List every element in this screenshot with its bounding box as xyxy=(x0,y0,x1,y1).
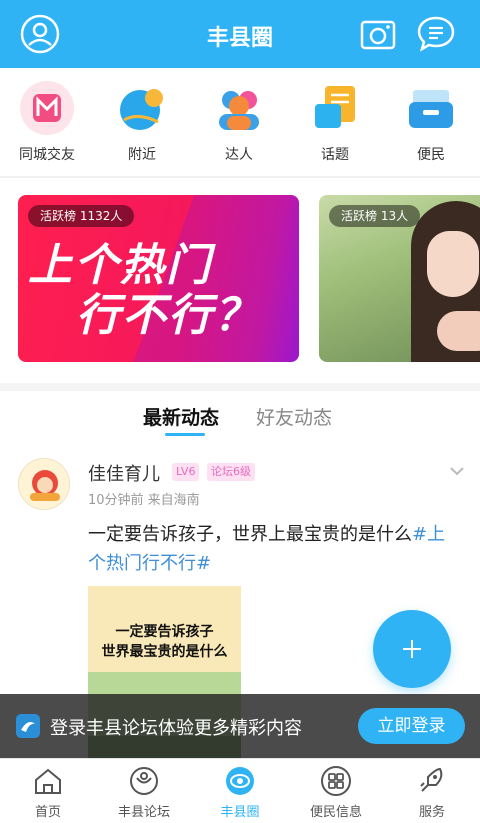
avatar[interactable] xyxy=(18,458,70,510)
category-label: 达人 xyxy=(225,147,253,163)
people-icon xyxy=(211,80,267,136)
nav-service[interactable]: 服务 xyxy=(384,765,480,820)
nav-label: 便民信息 xyxy=(309,805,362,820)
category-label: 话题 xyxy=(321,147,349,163)
home-icon xyxy=(32,765,64,797)
post-meta: 10分钟前 来自海南 xyxy=(88,493,200,508)
section-separator xyxy=(0,383,480,391)
login-prompt-text: 登录丰县论坛体验更多精彩内容 xyxy=(50,718,302,739)
category-label: 附近 xyxy=(128,147,156,163)
banner-hot-topic[interactable]: 活跃榜 1132人 上个热门 行不行？ xyxy=(18,195,299,362)
login-button[interactable]: 立即登录 xyxy=(358,708,465,744)
banner-photo[interactable]: 活跃榜 13人 xyxy=(319,195,480,362)
message-icon[interactable] xyxy=(416,14,456,54)
nav-label: 丰县圈 xyxy=(220,805,260,820)
banner-carousel: 活跃榜 1132人 上个热门 行不行？ 活跃榜 13人 xyxy=(0,178,480,383)
chevron-down-icon[interactable] xyxy=(448,462,466,480)
location-icon xyxy=(114,80,170,136)
category-experts[interactable]: 达人 xyxy=(199,80,279,164)
activity-badge: 活跃榜 13人 xyxy=(329,205,421,227)
tab-indicator xyxy=(165,433,205,436)
heart-m-icon xyxy=(19,80,75,136)
level-badge: LV6 xyxy=(172,463,200,481)
category-label: 便民 xyxy=(417,147,445,163)
image-caption: 一定要告诉孩子 世界最宝贵的是什么 xyxy=(88,622,241,662)
category-services[interactable]: 便民 xyxy=(391,80,471,164)
feed-tabs: 最新动态 好友动态 xyxy=(0,391,480,443)
tab-latest[interactable]: 最新动态 xyxy=(143,403,219,430)
activity-badge: 活跃榜 1132人 xyxy=(28,205,135,227)
login-prompt-bar: 登录丰县论坛体验更多精彩内容 立即登录 xyxy=(0,694,480,758)
image-caption-line2: 世界最宝贵的是什么 xyxy=(101,644,228,660)
portrait-face xyxy=(427,231,479,297)
forum-icon xyxy=(128,765,160,797)
forum-level-badge: 论坛6级 xyxy=(207,463,255,481)
grid-icon xyxy=(320,765,352,797)
service-box-icon xyxy=(403,80,459,136)
category-nearby[interactable]: 附近 xyxy=(102,80,182,164)
nav-label: 服务 xyxy=(418,805,445,820)
app-header: 丰县圈 xyxy=(0,0,480,68)
nav-forum[interactable]: 丰县论坛 xyxy=(96,765,192,820)
nav-label: 丰县论坛 xyxy=(117,805,170,820)
image-caption-line1: 一定要告诉孩子 xyxy=(115,624,214,640)
category-shortcuts: 同城交友 附近 达人 话题 便民 xyxy=(0,68,480,176)
topic-icon xyxy=(307,80,363,136)
nav-label: 首页 xyxy=(34,805,61,820)
rocket-icon xyxy=(416,765,448,797)
tab-friends[interactable]: 好友动态 xyxy=(256,403,332,430)
nav-home[interactable]: 首页 xyxy=(0,765,96,820)
post-author[interactable]: 佳佳育儿 xyxy=(88,460,160,486)
portrait-hand xyxy=(437,311,480,351)
app-logo-icon xyxy=(16,714,40,738)
circle-eye-icon xyxy=(224,765,256,797)
category-dating[interactable]: 同城交友 xyxy=(7,80,87,164)
category-topics[interactable]: 话题 xyxy=(295,80,375,164)
bottom-nav: 首页 丰县论坛 丰县圈 便民信息 服务 xyxy=(0,758,480,823)
page-title: 丰县圈 xyxy=(206,26,273,51)
category-label: 同城交友 xyxy=(19,147,75,163)
plus-icon xyxy=(411,640,413,658)
banner-headline-2: 行不行？ xyxy=(76,290,260,341)
post-text: 一定要告诉孩子，世界上最宝贵的是什么#上个热门行不行# xyxy=(88,520,460,578)
post-body: 一定要告诉孩子，世界上最宝贵的是什么 xyxy=(88,524,412,545)
nav-circle[interactable]: 丰县圈 xyxy=(192,765,288,820)
nav-info[interactable]: 便民信息 xyxy=(288,765,384,820)
camera-icon[interactable] xyxy=(358,14,398,54)
add-post-button[interactable] xyxy=(373,610,451,688)
